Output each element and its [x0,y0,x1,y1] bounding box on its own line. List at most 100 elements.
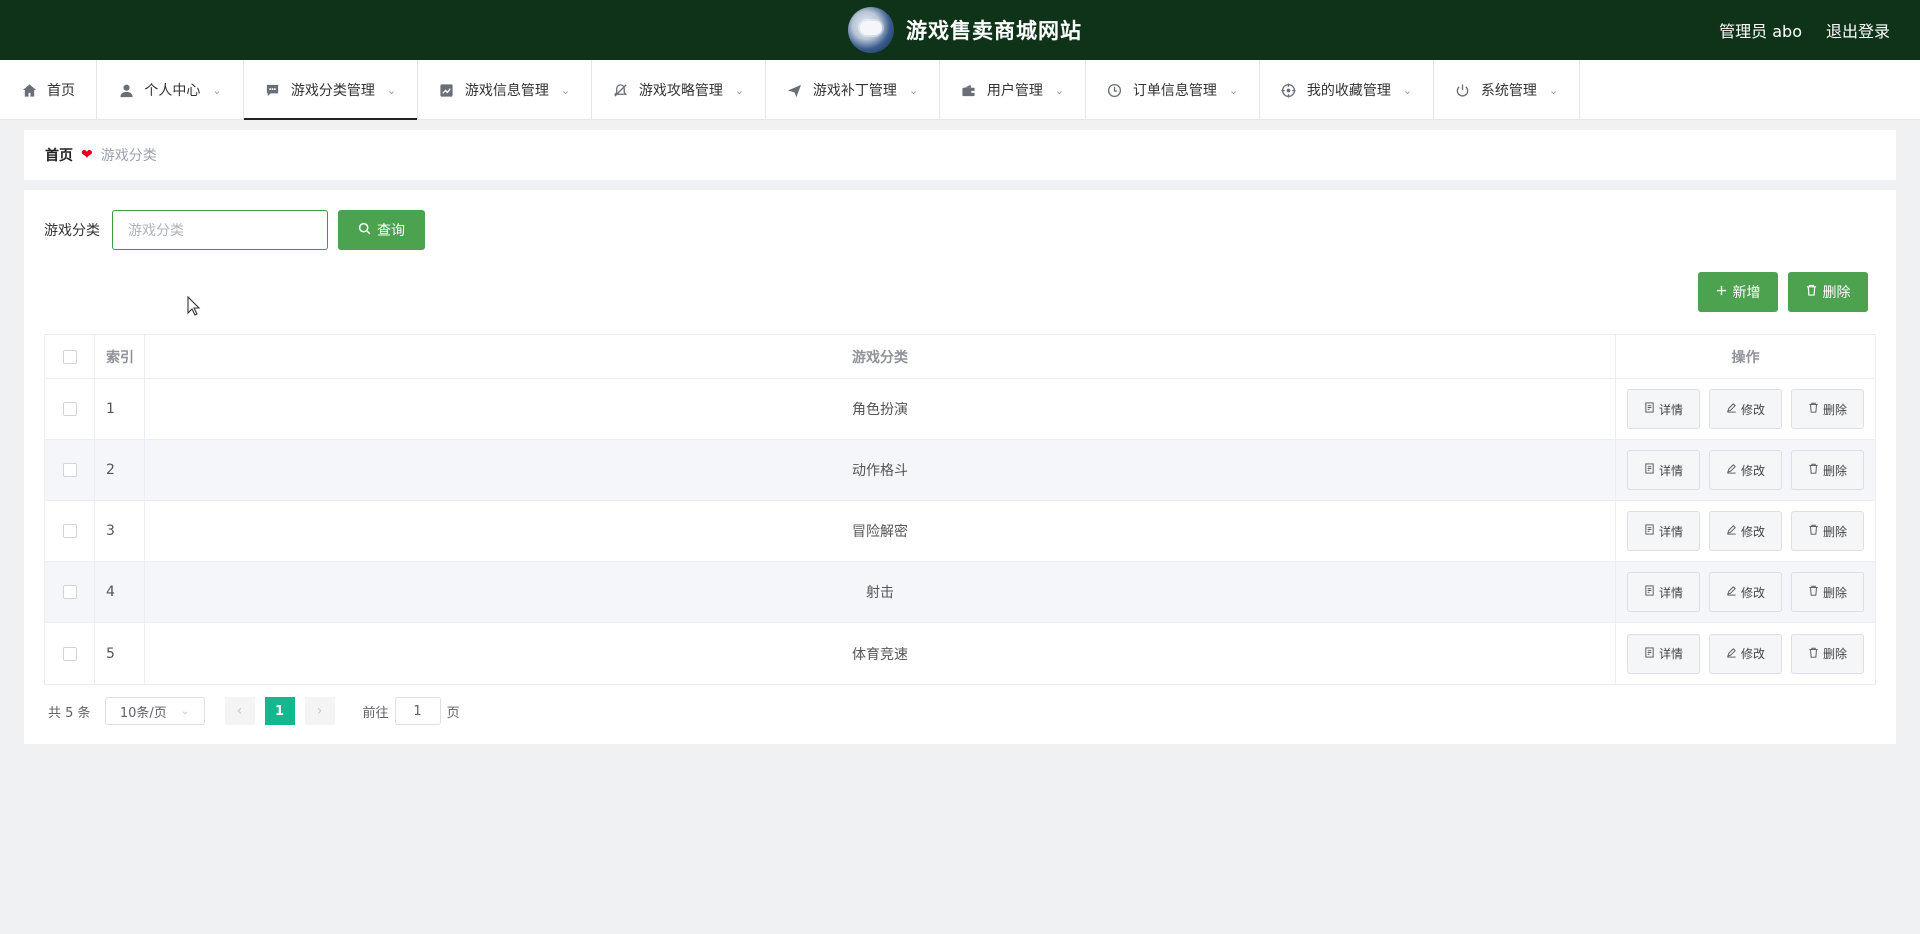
edit-button[interactable]: 修改 [1709,511,1782,551]
edit-icon [1726,585,1737,599]
row-checkbox[interactable] [62,524,77,538]
nav-item-home[interactable]: 首页 [0,60,97,120]
chevron-down-icon: ⌄ [180,705,190,717]
nav-item-game-patch[interactable]: 游戏补丁管理 ⌄ [766,60,940,120]
nav-item-game-guide[interactable]: 游戏攻略管理 ⌄ [592,60,766,120]
next-page-button[interactable]: › [304,697,335,725]
row-checkbox[interactable] [62,646,77,661]
chat-icon [265,82,281,98]
nav-item-system[interactable]: 系统管理 ⌄ [1434,60,1580,120]
row-category-name: 射击 [145,562,1616,622]
delete-button[interactable]: 删除 [1791,511,1864,551]
goto-page-input[interactable] [394,697,441,725]
detail-button[interactable]: 详情 [1627,450,1700,490]
row-actions: 详情 修改 删除 [1616,440,1875,500]
page-size-value: 10条/页 [119,705,167,721]
edit-button[interactable]: 修改 [1709,633,1782,674]
header-index: 索引 [95,335,145,378]
batch-delete-button[interactable]: 删除 [1788,272,1868,312]
detail-button[interactable]: 详情 [1627,572,1700,612]
row-index: 5 [95,623,145,684]
row-checkbox[interactable] [62,463,77,477]
nav-item-favorites[interactable]: 我的收藏管理 ⌄ [1260,60,1434,120]
row-category-name: 冒险解密 [145,501,1616,561]
page-number-current[interactable]: 1 [264,697,295,725]
chevron-down-icon: ⌄ [734,83,745,97]
nav-item-label: 个人中心 [144,83,201,99]
breadcrumb-home[interactable]: 首页 [45,145,73,165]
chevron-down-icon: ⌄ [212,83,222,97]
edit-icon [1726,402,1737,416]
row-checkbox[interactable] [62,585,77,599]
bell-off-icon [613,82,629,98]
top-header: 游戏售卖商城网站 管理员 abo 退出登录 [0,0,1920,60]
nav-item-game-info[interactable]: 游戏信息管理 ⌄ [418,60,592,120]
add-button[interactable]: 新增 [1698,272,1778,312]
content-card: 游戏分类 查询 新增 删除 索引 游戏分类 操作 [24,190,1896,744]
detail-button[interactable]: 详情 [1627,389,1700,429]
detail-button[interactable]: 详情 [1627,633,1700,674]
delete-button-label: 删除 [1822,585,1847,600]
detail-button-label: 详情 [1658,585,1683,600]
site-title: 游戏售卖商城网站 [906,19,1082,43]
power-icon [1455,82,1471,98]
target-icon [1281,82,1297,98]
trash-icon [1808,524,1819,538]
row-checkbox[interactable] [62,402,77,416]
nav-item-label: 游戏攻略管理 [638,83,723,99]
breadcrumb-current: 游戏分类 [100,148,157,164]
table-row: 3 冒险解密 详情 修改 删除 [45,501,1875,562]
paper-plane-icon [787,82,803,98]
row-checkbox-cell [45,623,95,684]
trash-icon [1808,585,1819,599]
search-bar: 游戏分类 查询 [44,210,425,250]
pagination-total: 共 5 条 [48,705,91,721]
document-icon [1644,524,1655,538]
row-actions: 详情 修改 删除 [1616,562,1875,622]
edit-icon [1726,463,1737,477]
page-size-select[interactable]: 10条/页 ⌄ [104,697,205,725]
chart-icon [439,82,455,98]
table-row: 2 动作格斗 详情 修改 删除 [45,440,1875,501]
delete-button-label: 删除 [1822,463,1847,478]
table-header-row: 索引 游戏分类 操作 [45,335,1875,379]
row-actions: 详情 修改 删除 [1616,379,1875,439]
nav-item-label: 游戏补丁管理 [812,83,897,99]
category-table: 索引 游戏分类 操作 1 角色扮演 详情 修改 删除 2 动作格斗 详情 修改 删除 3 冒险解密 详情… [44,334,1876,685]
delete-button[interactable]: 删除 [1791,450,1864,490]
nav-item-label: 用户管理 [986,83,1043,99]
row-index: 2 [95,440,145,500]
delete-button[interactable]: 删除 [1791,633,1864,674]
logout-link[interactable]: 退出登录 [1826,18,1890,42]
header-operations: 操作 [1731,349,1760,366]
goto-suffix: 页 [446,705,460,721]
nav-item-game-category[interactable]: 游戏分类管理 ⌄ [244,60,418,120]
nav-item-label: 系统管理 [1480,83,1537,99]
nav-item-user-management[interactable]: 用户管理 ⌄ [940,60,1086,120]
delete-button[interactable]: 删除 [1791,572,1864,612]
chevron-down-icon: ⌄ [386,83,397,97]
detail-button[interactable]: 详情 [1627,511,1700,551]
nav-item-order-info[interactable]: 订单信息管理 ⌄ [1086,60,1260,120]
row-actions: 详情 修改 删除 [1616,623,1875,684]
table-row: 5 体育竞速 详情 修改 删除 [45,623,1875,684]
edit-button[interactable]: 修改 [1709,450,1782,490]
wallet-icon [961,82,977,98]
chevron-down-icon: ⌄ [1402,83,1413,97]
delete-button-label: 删除 [1822,524,1847,539]
search-icon [358,222,371,239]
query-button[interactable]: 查询 [338,210,425,250]
category-search-input[interactable] [112,210,328,250]
edit-button[interactable]: 修改 [1709,572,1782,612]
delete-button[interactable]: 删除 [1791,389,1864,429]
prev-page-button[interactable]: ‹ [224,697,255,725]
nav-item-personal-center[interactable]: 个人中心 ⌄ [97,60,244,120]
main-nav: 首页 个人中心 ⌄ 游戏分类管理 ⌄ 游戏信息管理 ⌄ 游戏攻略管理 ⌄ 游戏补… [0,60,1920,120]
breadcrumb: 首页 ❤ 游戏分类 [24,130,1896,180]
delete-button-label: 删除 [1822,402,1847,417]
select-all-checkbox[interactable] [62,349,77,364]
detail-button-label: 详情 [1658,463,1683,478]
edit-button[interactable]: 修改 [1709,389,1782,429]
home-icon [21,82,37,98]
row-index: 3 [95,501,145,561]
